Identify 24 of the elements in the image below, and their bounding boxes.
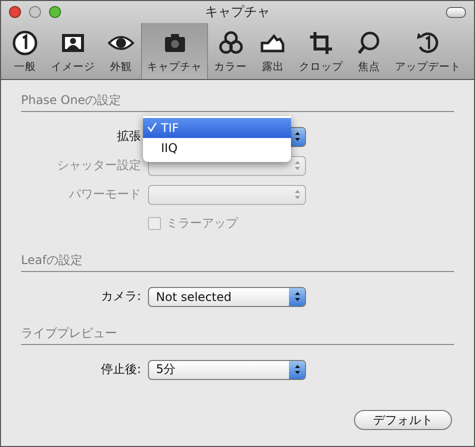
menu-item[interactable]: IIQ	[143, 138, 291, 158]
toolbar-tab[interactable]: アップデート	[389, 23, 467, 79]
checkbox-label: ミラーアップ	[166, 215, 238, 232]
window-title: キャプチャ	[204, 4, 271, 21]
toolbar-tab[interactable]: イメージ	[45, 23, 101, 79]
menu-item[interactable]: TIF	[143, 118, 291, 138]
toolbar-tab[interactable]: キャプチャ	[141, 23, 208, 79]
toolbar-tab[interactable]: 焦点	[349, 23, 389, 79]
field-label: 停止後:	[100, 361, 141, 378]
field-label: 拡張	[116, 128, 141, 145]
field-label: シャッター設定	[56, 157, 141, 174]
toolbar-tab[interactable]: 露出	[253, 23, 293, 79]
toolbar-tab[interactable]: 外観	[101, 23, 141, 79]
default-button[interactable]: デフォルト	[354, 410, 452, 430]
popup-button[interactable]: Not selected	[148, 286, 306, 306]
field-label: カメラ:	[100, 288, 141, 305]
field-label: パワーモード	[68, 186, 141, 203]
toolbar-tab[interactable]: クロップ	[293, 23, 349, 79]
popup-button[interactable]: 5分	[148, 360, 306, 380]
toolbar-tab[interactable]: 一般	[5, 23, 45, 79]
section-header: Leafの設定	[21, 252, 454, 272]
section-header: ライブプレビュー	[21, 325, 454, 345]
toolbar-tab[interactable]: カラー	[208, 23, 253, 79]
section-header: Phase Oneの設定	[21, 92, 454, 112]
